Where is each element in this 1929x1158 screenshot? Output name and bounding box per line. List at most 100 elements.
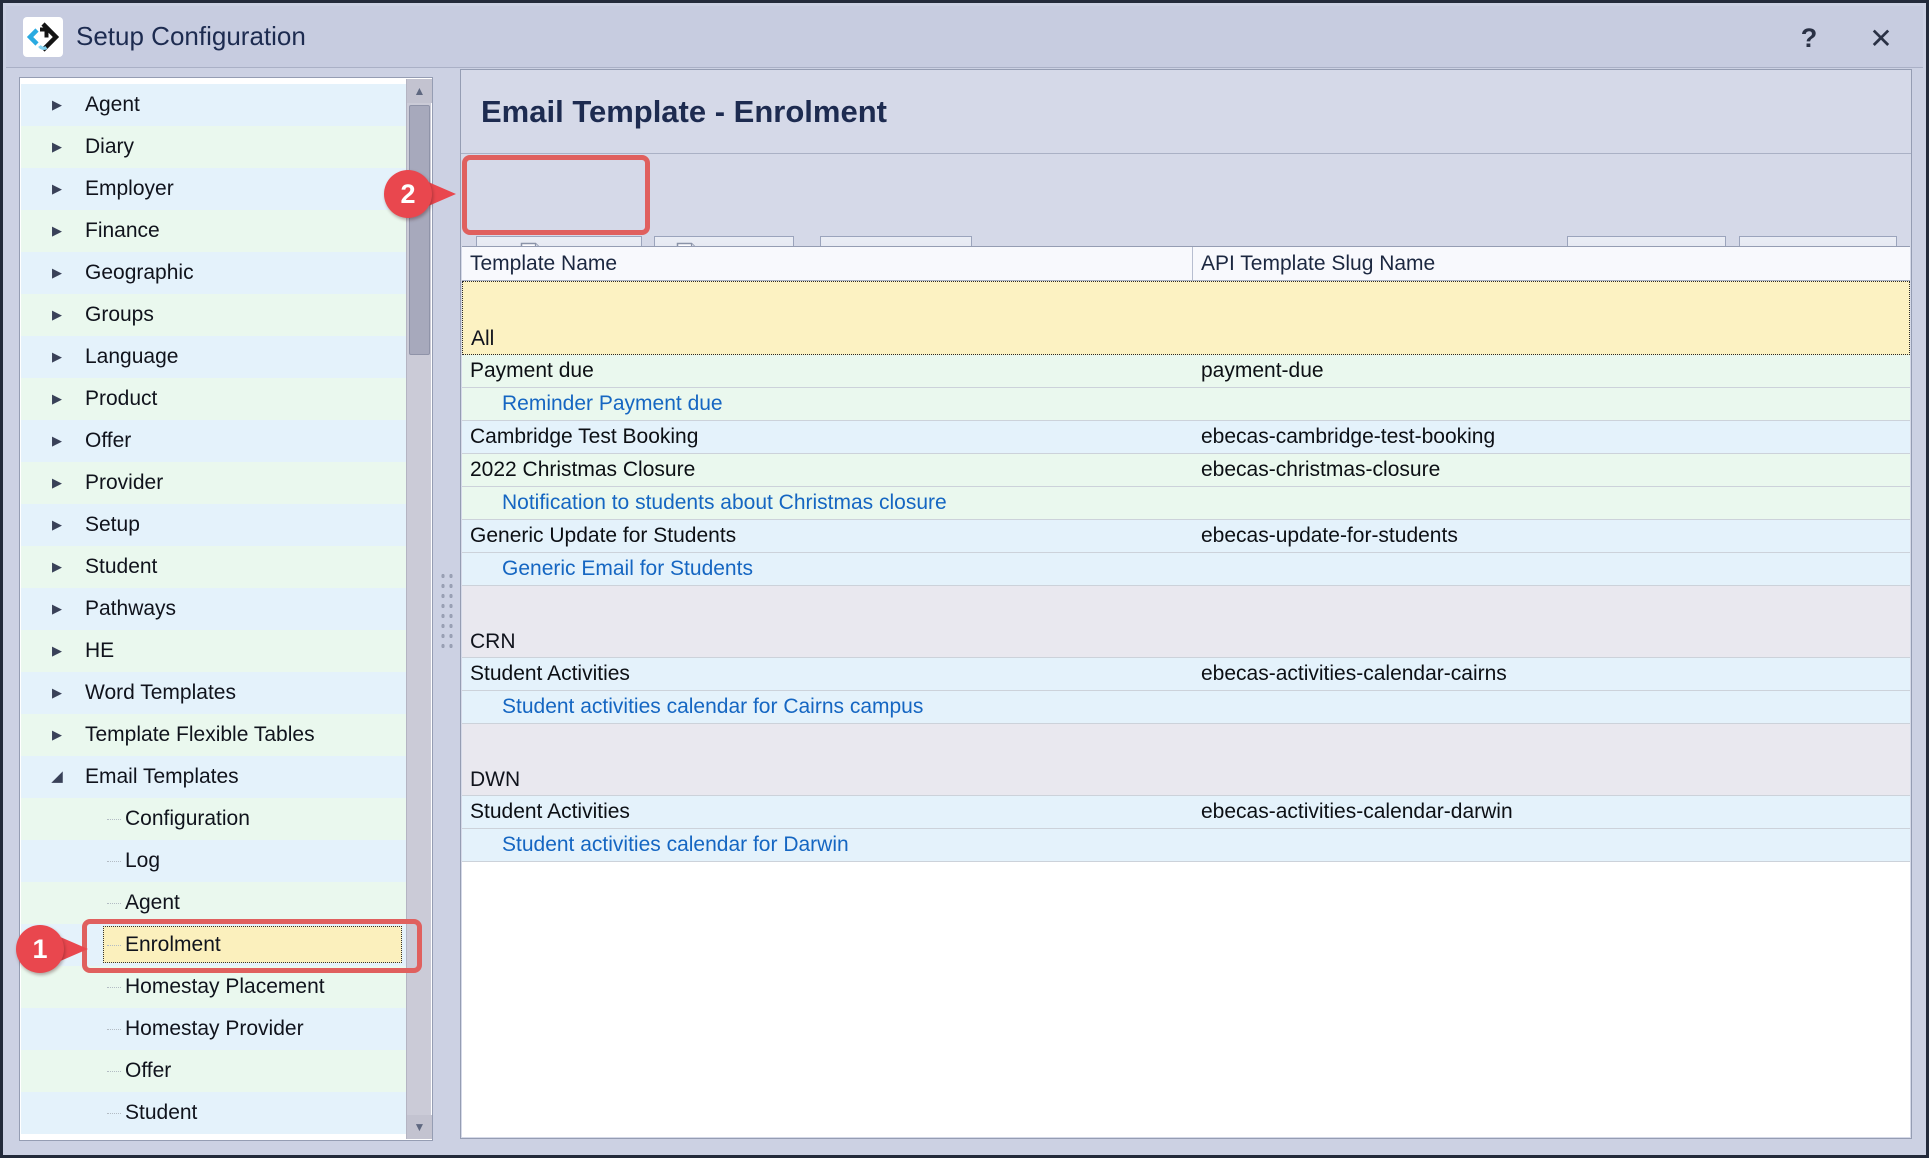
template-row[interactable]: Generic Update for Studentsebecas-update…: [462, 520, 1910, 553]
sidebar-item-geographic[interactable]: ▶ Geographic: [21, 252, 408, 294]
sidebar-item-agent[interactable]: ▶ Agent: [21, 84, 408, 126]
chevron-collapsed-icon[interactable]: ▶: [47, 210, 67, 252]
sidebar-item-groups[interactable]: ▶ Groups: [21, 294, 408, 336]
template-slug-cell: ebecas-christmas-closure: [1193, 454, 1910, 486]
panel-splitter-grip[interactable]: [437, 569, 453, 653]
chevron-collapsed-icon[interactable]: ▶: [47, 126, 67, 168]
chevron-collapsed-icon[interactable]: ▶: [47, 168, 67, 210]
sidebar-item-label: Language: [85, 345, 178, 368]
scroll-down-icon[interactable]: ▼: [407, 1115, 432, 1139]
template-description-link[interactable]: Notification to students about Christmas…: [502, 487, 947, 519]
template-description-row[interactable]: Student activities calendar for Darwin: [462, 829, 1910, 862]
chevron-collapsed-icon[interactable]: ▶: [47, 420, 67, 462]
sidebar-item-label: Configuration: [125, 807, 250, 830]
page-title: Email Template - Enrolment: [481, 94, 887, 130]
sidebar-item-agent[interactable]: Agent: [21, 882, 408, 924]
annotation-highlight-enrolment: [82, 919, 422, 973]
sidebar-item-student[interactable]: Student: [21, 1092, 408, 1134]
chevron-collapsed-icon[interactable]: ▶: [47, 588, 67, 630]
sidebar-item-employer[interactable]: ▶Employer: [21, 168, 408, 210]
template-description-row[interactable]: Generic Email for Students: [462, 553, 1910, 586]
chevron-collapsed-icon[interactable]: ▶: [47, 462, 67, 504]
sidebar-item-email-templates[interactable]: ◢ Email Templates: [21, 756, 408, 798]
sidebar-item-label: Template Flexible Tables: [85, 723, 315, 746]
template-row[interactable]: Cambridge Test Bookingebecas-cambridge-t…: [462, 421, 1910, 454]
chevron-expanded-icon[interactable]: ◢: [47, 756, 67, 798]
sidebar-item-word-templates[interactable]: ▶ Word Templates: [21, 672, 408, 714]
sidebar-item-label: Setup: [85, 513, 140, 536]
sidebar-item-setup[interactable]: ▶ Setup: [21, 504, 408, 546]
sidebar-item-label: Agent: [125, 891, 180, 914]
template-description-row[interactable]: Student activities calendar for Cairns c…: [462, 691, 1910, 724]
chevron-collapsed-icon[interactable]: ▶: [47, 672, 67, 714]
sidebar-item-student[interactable]: ▶Student: [21, 546, 408, 588]
chevron-collapsed-icon[interactable]: ▶: [47, 504, 67, 546]
chevron-collapsed-icon[interactable]: ▶: [47, 630, 67, 672]
template-description-link[interactable]: Generic Email for Students: [502, 553, 753, 585]
chevron-collapsed-icon[interactable]: ▶: [47, 294, 67, 336]
template-slug-cell: ebecas-activities-calendar-cairns: [1193, 658, 1910, 690]
sidebar-item-template-flexible-tables[interactable]: ▶ Template Flexible Tables: [21, 714, 408, 756]
sidebar-item-label: HE: [85, 639, 114, 662]
sidebar-item-label: Student: [125, 1101, 197, 1124]
sidebar-item-pathways[interactable]: ▶Pathways: [21, 588, 408, 630]
sidebar-item-offer[interactable]: ▶Offer: [21, 420, 408, 462]
chevron-collapsed-icon[interactable]: ▶: [47, 714, 67, 756]
sidebar-item-product[interactable]: ▶Product: [21, 378, 408, 420]
sidebar-item-language[interactable]: ▶ Language: [21, 336, 408, 378]
sidebar-item-log[interactable]: Log: [21, 840, 408, 882]
template-name-cell: Payment due: [462, 355, 1193, 387]
template-description-link[interactable]: Student activities calendar for Cairns c…: [502, 691, 923, 723]
chevron-collapsed-icon[interactable]: ▶: [47, 546, 67, 588]
panel-header: Email Template - Enrolment: [461, 70, 1911, 154]
close-icon[interactable]: ✕: [1859, 16, 1903, 60]
sidebar-item-label: Diary: [85, 135, 134, 158]
template-row[interactable]: Student Activitiesebecas-activities-cale…: [462, 796, 1910, 829]
sidebar-item-label: Email Templates: [85, 765, 239, 788]
template-row[interactable]: Student Activitiesebecas-activities-cale…: [462, 658, 1910, 691]
sidebar-item-provider[interactable]: ▶Provider: [21, 462, 408, 504]
window-title: Setup Configuration: [76, 21, 306, 52]
template-row[interactable]: Payment duepayment-due: [462, 355, 1910, 388]
sidebar-item-label: Geographic: [85, 261, 194, 284]
group-row-crn[interactable]: CRN: [462, 586, 1910, 658]
group-row-dwn[interactable]: DWN: [462, 724, 1910, 796]
chevron-collapsed-icon[interactable]: ▶: [47, 252, 67, 294]
column-header-template-name[interactable]: Template Name: [462, 247, 1193, 280]
group-label: CRN: [470, 630, 516, 654]
template-description-link[interactable]: Reminder Payment due: [502, 388, 723, 420]
sidebar-item-label: Offer: [125, 1059, 171, 1082]
sidebar-item-configuration[interactable]: Configuration: [21, 798, 408, 840]
setup-sidebar-panel: ▶Agent▶Diary▶Employer▶Finance▶Geographic…: [19, 77, 433, 1141]
chevron-collapsed-icon[interactable]: ▶: [47, 84, 67, 126]
column-header-api-slug[interactable]: API Template Slug Name: [1193, 247, 1910, 280]
template-description-link[interactable]: Student activities calendar for Darwin: [502, 829, 849, 861]
template-name-cell: Student Activities: [462, 796, 1193, 828]
sidebar-item-homestay-provider[interactable]: Homestay Provider: [21, 1008, 408, 1050]
sidebar-item-label: Finance: [85, 219, 160, 242]
template-description-row[interactable]: Reminder Payment due: [462, 388, 1910, 421]
template-row[interactable]: 2022 Christmas Closureebecas-christmas-c…: [462, 454, 1910, 487]
sidebar-item-diary[interactable]: ▶ Diary: [21, 126, 408, 168]
email-template-grid: Template Name API Template Slug Name All…: [462, 246, 1910, 1137]
sidebar-scrollbar[interactable]: ▲ ▼: [406, 79, 431, 1139]
chevron-collapsed-icon[interactable]: ▶: [47, 378, 67, 420]
scrollbar-thumb[interactable]: [409, 105, 430, 355]
sidebar-item-label: Agent: [85, 93, 140, 116]
template-slug-cell: payment-due: [1193, 355, 1910, 387]
chevron-collapsed-icon[interactable]: ▶: [47, 336, 67, 378]
sidebar-item-finance[interactable]: ▶ Finance: [21, 210, 408, 252]
group-row-all[interactable]: All: [462, 281, 1910, 355]
setup-configuration-window: Setup Configuration ? ✕ ▶ Agent ▶ Diary ▶Emp…: [0, 0, 1929, 1158]
scroll-up-icon[interactable]: ▲: [407, 79, 432, 103]
sidebar-item-he[interactable]: ▶ HE: [21, 630, 408, 672]
template-name-cell: Cambridge Test Booking: [462, 421, 1193, 453]
sidebar-item-label: Word Templates: [85, 681, 236, 704]
sidebar-item-offer[interactable]: Offer: [21, 1050, 408, 1092]
help-icon[interactable]: ?: [1787, 16, 1831, 60]
sidebar-item-label: Groups: [85, 303, 154, 326]
sidebar-tree: ▶Agent▶Diary▶Employer▶Finance▶Geographic…: [21, 84, 408, 1134]
group-label: DWN: [470, 768, 520, 792]
template-description-row[interactable]: Notification to students about Christmas…: [462, 487, 1910, 520]
template-slug-cell: ebecas-update-for-students: [1193, 520, 1910, 552]
